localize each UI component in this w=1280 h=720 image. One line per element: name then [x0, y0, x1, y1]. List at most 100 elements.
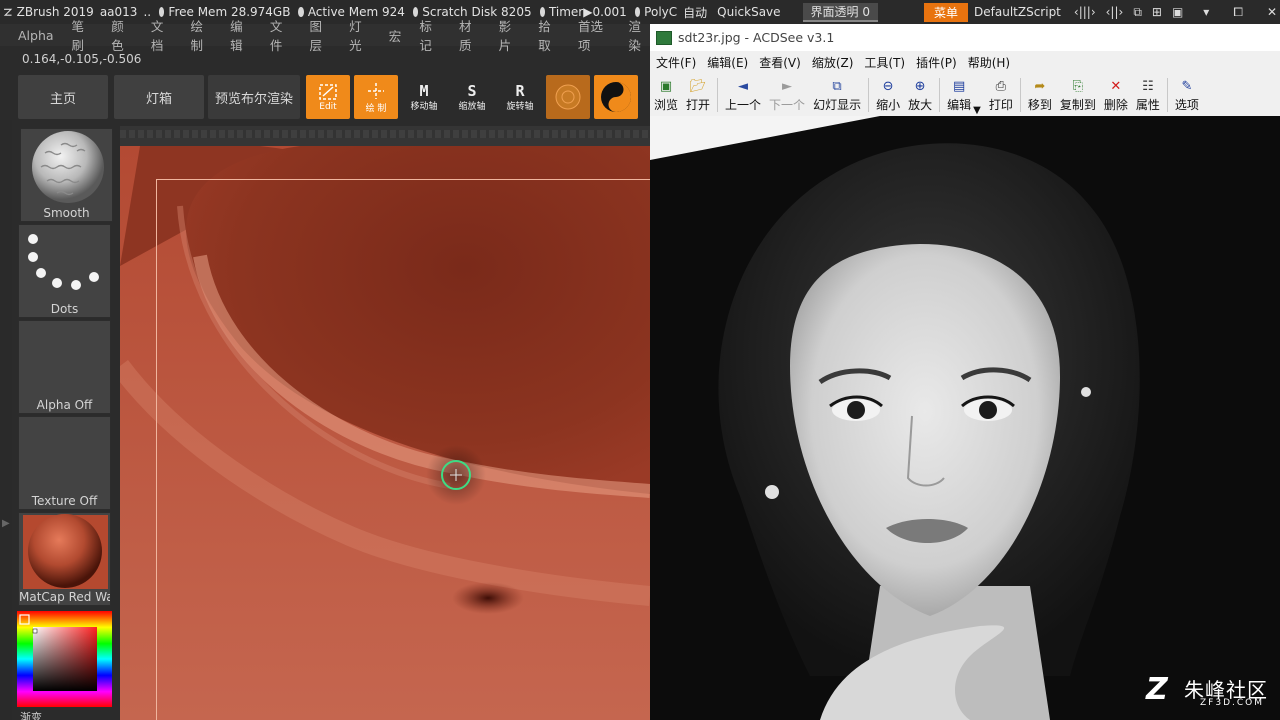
zbrush-canvas[interactable] — [120, 146, 650, 720]
copy-to-button[interactable]: ⎘ 复制到 — [1060, 79, 1096, 116]
alpha-selector[interactable]: Alpha Off — [18, 320, 111, 414]
edit-image-button[interactable]: ▤ 编辑 — [947, 79, 971, 116]
matcap-red-wax-icon — [23, 514, 108, 589]
zbrush-menu-item[interactable]: 笔刷 — [72, 16, 94, 54]
edit-button[interactable]: Edit — [306, 75, 350, 119]
print-button[interactable]: ⎙ 打印 — [989, 79, 1013, 116]
quicksave-button[interactable]: QuickSave — [717, 5, 780, 19]
zoom-in-icon: ⊕ — [914, 79, 926, 94]
watermark-en: ZF3D.COM — [1200, 698, 1264, 708]
edit-label: Edit — [319, 102, 337, 112]
acdsee-menu-item[interactable]: 工具(T) — [864, 54, 905, 71]
rotate-label: 旋转轴 — [506, 101, 534, 112]
zbrush-menu-item[interactable]: 首选项 — [578, 16, 610, 54]
acdsee-menu-item[interactable]: 查看(V) — [759, 54, 801, 71]
acdsee-menu-item[interactable]: 帮助(H) — [968, 54, 1010, 71]
browse-label: 浏览 — [654, 98, 679, 112]
zoom-in-button[interactable]: ⊕ 放大 — [908, 79, 932, 116]
open-button[interactable]: 📂︎ 打开 — [686, 79, 710, 116]
scale-button[interactable]: S 缩放轴 — [450, 75, 494, 119]
zbrush-menu-item[interactable]: 文档 — [151, 16, 173, 54]
texture-selector[interactable]: Texture Off — [18, 416, 111, 510]
color-picker[interactable] — [17, 610, 112, 708]
zbrush-menu-item[interactable]: 图层 — [309, 16, 331, 54]
acdsee-menu-item[interactable]: 文件(F) — [656, 54, 696, 71]
zbrush-menu-item[interactable]: 颜色 — [111, 16, 133, 54]
left-tray-handle[interactable]: ▶ — [0, 120, 12, 720]
slideshow-button[interactable]: ⧉ 幻灯显示 — [813, 79, 861, 116]
move-to-icon: ➦ — [1034, 79, 1046, 94]
move-to-button[interactable]: ➦ 移到 — [1028, 79, 1052, 116]
acdsee-menu-item[interactable]: 编辑(E) — [707, 54, 748, 71]
acdsee-menu-item[interactable]: 缩放(Z) — [812, 54, 854, 71]
image-viewport[interactable]: Z 朱峰社区 ZF3D.COM — [650, 116, 1280, 720]
restore-layout-icon[interactable]: ⧉ — [1130, 5, 1145, 20]
zbrush-menu-item[interactable]: 编辑 — [230, 16, 252, 54]
color-picker-gradient[interactable] — [17, 611, 112, 707]
settings-icon[interactable]: ▣ — [1169, 5, 1186, 20]
edit-dropdown-button[interactable]: ▼ — [973, 96, 981, 116]
color-swatch-button[interactable] — [594, 75, 638, 119]
brush-selector[interactable]: Smooth — [20, 128, 113, 222]
zbrush-menu-item[interactable]: 影片 — [499, 16, 521, 54]
scale-label: 缩放轴 — [458, 101, 486, 112]
tab-lightbox[interactable]: 灯箱 — [114, 75, 204, 119]
draw-button[interactable]: 绘 制 — [354, 75, 398, 119]
frame-icon[interactable]: ‹|||› — [1071, 5, 1099, 20]
transparency-slider[interactable]: 界面透明 0 — [802, 2, 878, 22]
material-sphere-icon — [555, 84, 581, 110]
zbrush-menu-item[interactable]: 绘制 — [191, 16, 213, 54]
delete-button[interactable]: ✕ 删除 — [1104, 79, 1128, 116]
rotate-button[interactable]: R 旋转轴 — [498, 75, 542, 119]
folder-open-icon: 📂︎ — [689, 79, 707, 94]
properties-icon: ☷ — [1142, 79, 1154, 94]
prev-label: 上一个 — [725, 98, 762, 112]
draw-label: 绘 制 — [365, 103, 387, 114]
zbrush-menu-item[interactable]: 标记 — [419, 16, 441, 54]
prev-icon: ◄ — [738, 79, 749, 94]
yin-yang-icon — [601, 82, 631, 112]
zbrush-menu-item[interactable]: 宏 — [389, 26, 402, 45]
zbrush-menu-item[interactable]: 文件 — [270, 16, 292, 54]
material-sphere-button[interactable] — [546, 75, 590, 119]
dots-stroke-icon — [28, 234, 99, 290]
properties-button[interactable]: ☷ 属性 — [1136, 79, 1160, 116]
portrait-photo — [650, 116, 1280, 720]
options-button[interactable]: ✎ 选项 — [1175, 79, 1199, 116]
zbrush-menu-item[interactable]: 材质 — [459, 16, 481, 54]
edit-icon — [319, 84, 337, 100]
tab-home[interactable]: 主页 — [18, 75, 108, 119]
acdsee-menu-item[interactable]: 插件(P) — [916, 54, 957, 71]
browse-button[interactable]: ▣ 浏览 — [654, 79, 678, 116]
zscript-button[interactable]: DefaultZScript — [974, 5, 1061, 19]
options-icon: ✎ — [1181, 79, 1193, 94]
auto-toggle[interactable]: 自动 — [683, 4, 707, 21]
zbrush-menu-item[interactable]: 渲染 — [628, 16, 650, 54]
move-label: 移动轴 — [410, 101, 438, 112]
material-selector[interactable]: MatCap Red Wax — [18, 512, 111, 606]
stroke-selector[interactable]: Dots — [18, 224, 111, 318]
width-icon[interactable]: ‹||› — [1103, 5, 1127, 20]
edit-image-icon: ▤ — [952, 79, 966, 94]
menu-button[interactable]: 菜单 — [924, 2, 969, 22]
tray-expand-icon[interactable]: ▶ — [2, 518, 10, 529]
zbrush-menu-item[interactable]: 拾取 — [538, 16, 560, 54]
tab-bpr-render[interactable]: 预览布尔渲染 — [208, 75, 300, 119]
maximize-icon[interactable]: ⧠ — [1230, 5, 1246, 20]
delete-icon: ✕ — [1110, 79, 1122, 94]
zbrush-menu-item[interactable]: 灯光 — [349, 16, 371, 54]
zbrush-menu-bar: Alpha 笔刷 颜色 文档 绘制 编辑 文件 图层 灯光宏标记 材质 影片 拾取 首选项 渲染 — [0, 19, 650, 53]
acdsee-toolbar: ▣ 浏览 📂︎ 打开 ◄ 上一个 ► 下一个 ⧉ 幻灯显示 ⊖ 缩小 ⊕ 放大 ▤ 编辑 ▼ ⎙… — [650, 74, 1280, 116]
scratch-disk-dot-icon — [412, 7, 419, 17]
save-layout-icon[interactable]: ⊞ — [1149, 5, 1165, 20]
minimize-icon[interactable]: ▾ — [1200, 5, 1212, 20]
zoom-out-button[interactable]: ⊖ 缩小 — [876, 79, 900, 116]
next-button[interactable]: ► 下一个 — [769, 79, 805, 116]
prev-button[interactable]: ◄ 上一个 — [725, 79, 761, 116]
zbrush-menu-item[interactable]: Alpha — [18, 28, 54, 43]
close-icon[interactable]: ✕ — [1264, 5, 1280, 20]
next-label: 下一个 — [769, 98, 806, 112]
gradient-label: 渐变 — [20, 711, 42, 720]
move-button[interactable]: M 移动轴 — [402, 75, 446, 119]
draw-icon — [368, 82, 384, 99]
